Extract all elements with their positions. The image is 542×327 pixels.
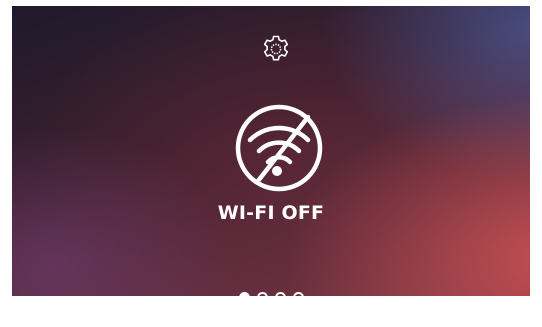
page-dot-1[interactable] (238, 292, 250, 296)
page-dot-2[interactable] (256, 292, 268, 296)
page-dot-4[interactable] (292, 292, 304, 296)
settings-button[interactable] (259, 32, 293, 66)
gear-icon (263, 35, 289, 61)
wifi-off-icon (235, 104, 323, 192)
wifi-status-indicator (233, 102, 325, 194)
page-dot-3[interactable] (274, 292, 286, 296)
page-indicator (12, 292, 530, 296)
device-screen: WI-FI OFF (12, 6, 530, 296)
wifi-status-label: WI-FI OFF (217, 202, 325, 224)
